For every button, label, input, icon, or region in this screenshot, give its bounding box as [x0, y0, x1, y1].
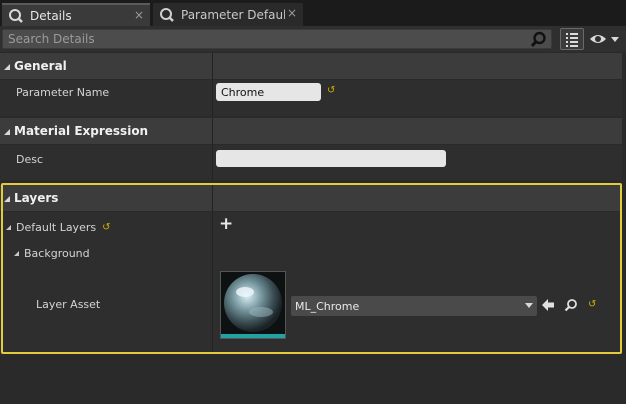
category-general-title: General [14, 59, 67, 73]
reset-to-default-icon[interactable]: ↺ [588, 299, 596, 310]
layer-asset-combobox[interactable]: ML_Chrome [291, 296, 537, 316]
layer-asset-label: Layer Asset [36, 297, 101, 311]
desc-label: Desc [16, 152, 44, 166]
default-layers-label: Default Layers [16, 220, 97, 234]
browse-magnifier-icon[interactable] [564, 298, 578, 315]
expand-triangle-icon [6, 224, 11, 230]
background-label: Background [24, 246, 90, 260]
details-magnifier-icon [8, 8, 24, 24]
category-material-expression-title: Material Expression [14, 124, 149, 138]
visibility-eye-icon[interactable] [588, 28, 624, 50]
tab-parameter-defaults[interactable]: Parameter Defaults × [153, 3, 303, 26]
expand-triangle-icon [14, 250, 19, 256]
parameter-name-input[interactable]: Chrome [216, 83, 321, 101]
tab-details-label: Details [30, 8, 72, 23]
reset-to-default-icon[interactable]: ↺ [102, 222, 110, 233]
add-layer-plus-icon[interactable]: + [219, 214, 233, 234]
panel-edge [622, 52, 626, 404]
collapse-triangle-icon [4, 196, 10, 202]
category-layers[interactable]: Layers [0, 185, 626, 211]
column-divider [212, 118, 213, 180]
dropdown-caret-icon [525, 303, 533, 308]
parameter-name-label: Parameter Name [16, 85, 110, 99]
tab-parameter-defaults-close-icon[interactable]: × [287, 6, 297, 20]
search-placeholder: Search Details [8, 32, 95, 46]
layer-asset-thumbnail[interactable] [220, 271, 286, 339]
tab-parameter-defaults-label: Parameter Defaults [181, 7, 285, 22]
reset-to-default-icon[interactable]: ↺ [327, 85, 335, 96]
collapse-triangle-icon [4, 129, 10, 135]
search-icon[interactable] [530, 31, 547, 51]
background-row[interactable]: Background [14, 245, 90, 261]
layer-asset-value: ML_Chrome [295, 299, 360, 313]
desc-input[interactable] [216, 150, 446, 167]
tab-details-close-icon[interactable]: × [134, 8, 144, 22]
category-general[interactable]: General [0, 53, 626, 79]
default-layers-row[interactable]: Default Layers ↺ [6, 219, 110, 235]
view-options-list-icon[interactable] [560, 28, 584, 50]
tab-details[interactable]: Details × [2, 3, 150, 26]
parameter-defaults-magnifier-icon [159, 7, 175, 23]
column-divider [212, 185, 213, 352]
category-material-expression[interactable]: Material Expression [0, 118, 626, 144]
collapse-triangle-icon [4, 64, 10, 70]
search-input[interactable]: Search Details [2, 29, 552, 49]
use-selected-arrow-icon[interactable] [541, 298, 555, 315]
column-divider [212, 53, 213, 116]
category-layers-title: Layers [14, 191, 59, 205]
empty-panel-area [0, 356, 626, 404]
